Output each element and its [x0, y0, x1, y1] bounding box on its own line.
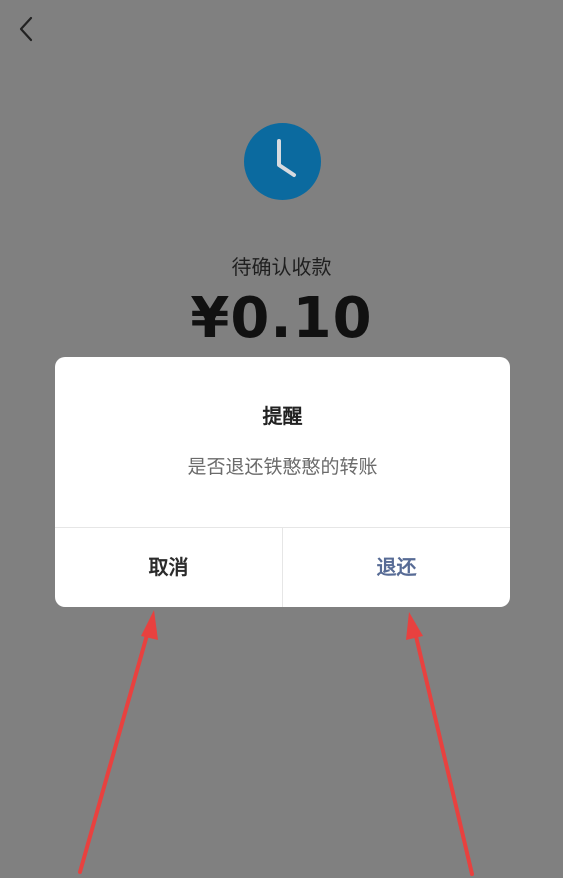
arrow-to-cancel [78, 626, 151, 874]
chevron-left-icon [19, 16, 33, 42]
cancel-button[interactable]: 取消 [55, 528, 282, 607]
arrow-to-refund [413, 630, 474, 876]
arrow-head-cancel [141, 610, 158, 640]
transfer-status-label: 待确认收款 [231, 255, 332, 279]
arrow-head-refund [406, 612, 423, 640]
clock-icon [244, 123, 321, 200]
back-button[interactable] [14, 14, 40, 44]
confirm-dialog: 提醒 是否退还铁憨憨的转账 取消 退还 [55, 357, 510, 607]
transfer-amount: ¥0.10 [190, 286, 373, 351]
dialog-title: 提醒 [262, 404, 303, 428]
dialog-message: 是否退还铁憨憨的转账 [187, 456, 378, 478]
refund-button[interactable]: 退还 [283, 528, 510, 607]
